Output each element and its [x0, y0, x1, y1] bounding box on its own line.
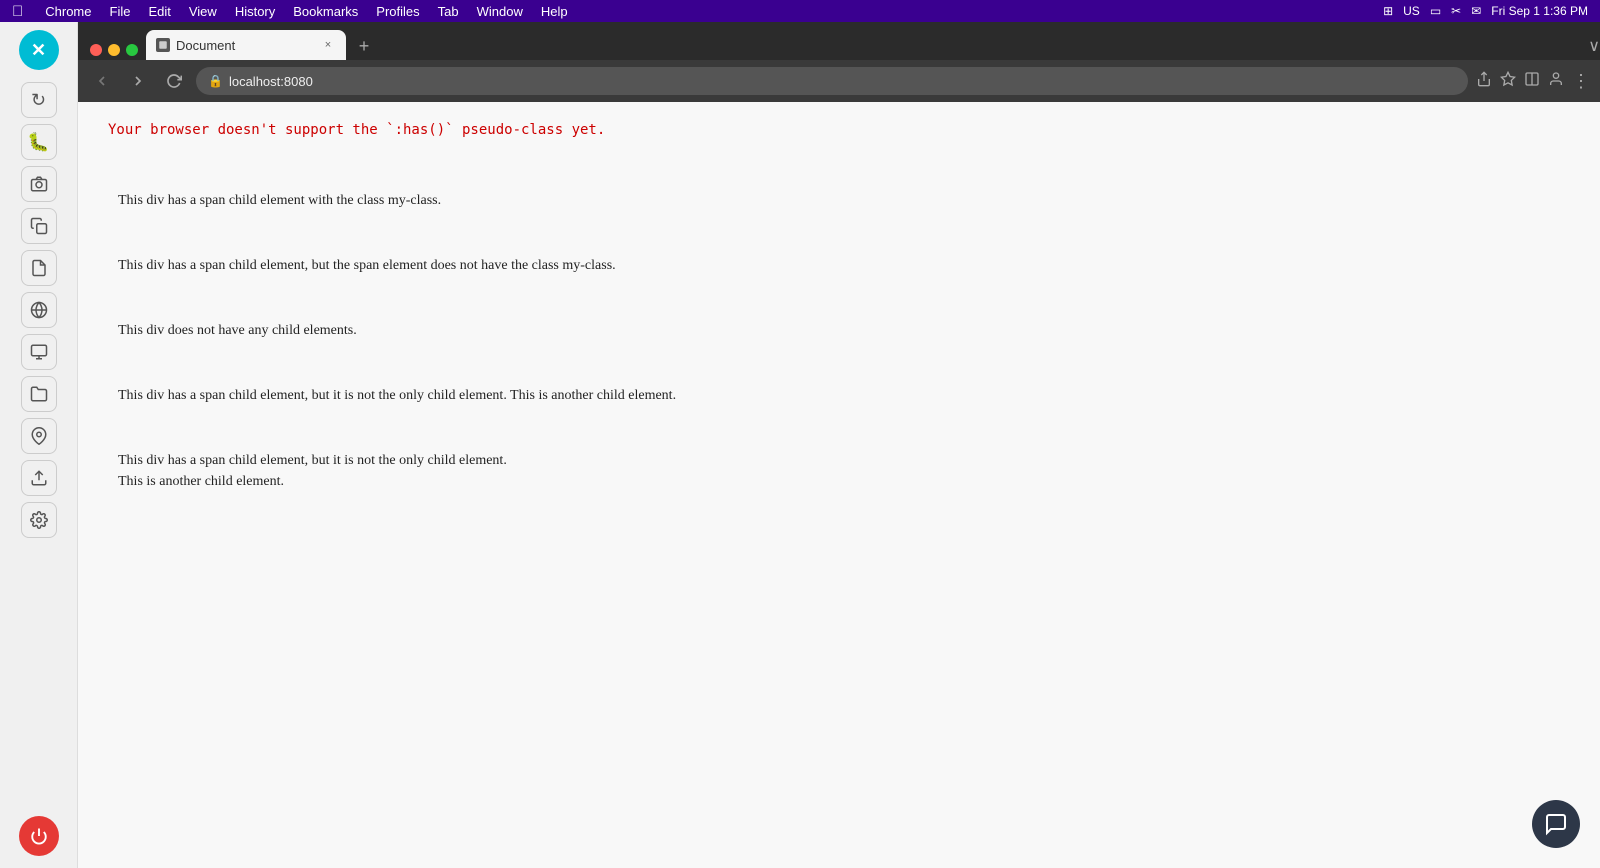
- chat-button[interactable]: [1532, 800, 1580, 848]
- content-block-2: This div has a span child element, but t…: [118, 233, 1570, 298]
- traffic-light-red[interactable]: [90, 44, 102, 56]
- sidebar-icon-location[interactable]: [21, 418, 57, 454]
- content-text-1: This div has a span child element with t…: [118, 190, 1570, 211]
- menu-profiles[interactable]: Profiles: [376, 4, 419, 19]
- content-text-2: This div has a span child element, but t…: [118, 255, 1570, 276]
- sidebar-icon-refresh[interactable]: ↻: [21, 82, 57, 118]
- menu-chrome[interactable]: Chrome: [45, 4, 91, 19]
- menu-bar:  Chrome File Edit View History Bookmark…: [0, 0, 1600, 22]
- sidebar-icon-monitor[interactable]: [21, 334, 57, 370]
- sidebar-icon-copy[interactable]: [21, 208, 57, 244]
- sidebar-icon-upload[interactable]: [21, 460, 57, 496]
- menu-view[interactable]: View: [189, 4, 217, 19]
- menu-tab[interactable]: Tab: [438, 4, 459, 19]
- content-block-5: This div has a span child element, but i…: [118, 428, 1570, 514]
- content-block-3: This div does not have any child element…: [118, 298, 1570, 363]
- menu-help[interactable]: Help: [541, 4, 568, 19]
- clock: Fri Sep 1 1:36 PM: [1491, 4, 1588, 18]
- share-icon[interactable]: [1476, 71, 1492, 92]
- bookmark-icon[interactable]: [1500, 71, 1516, 92]
- new-tab-button[interactable]: +: [350, 32, 378, 60]
- sidebar-icon-document[interactable]: [21, 250, 57, 286]
- system-icon-5: ✉: [1471, 4, 1481, 18]
- window-collapse-button[interactable]: ∨: [1588, 36, 1600, 60]
- browser-tab[interactable]: Document ×: [146, 30, 346, 60]
- tab-title: Document: [176, 38, 314, 53]
- menu-history[interactable]: History: [235, 4, 275, 19]
- content-blocks: This div has a span child element with t…: [108, 168, 1570, 514]
- system-icon-4: ✂: [1451, 4, 1461, 18]
- content-text-3: This div does not have any child element…: [118, 320, 1570, 341]
- navigation-bar: 🔒 localhost:8080: [78, 60, 1600, 102]
- menu-file[interactable]: File: [110, 4, 131, 19]
- menu-edit[interactable]: Edit: [148, 4, 170, 19]
- address-bar[interactable]: 🔒 localhost:8080: [196, 67, 1468, 95]
- content-block-1: This div has a span child element with t…: [118, 168, 1570, 233]
- sidebar-close-button[interactable]: ✕: [19, 30, 59, 70]
- address-lock-icon: 🔒: [208, 74, 223, 88]
- split-view-icon[interactable]: [1524, 71, 1540, 92]
- sidebar: ✕ ↻ 🐛: [0, 22, 78, 868]
- content-text-5b: This is another child element.: [118, 471, 1570, 492]
- menu-window[interactable]: Window: [477, 4, 523, 19]
- sidebar-icon-bug[interactable]: 🐛: [21, 124, 57, 160]
- system-icon-2: US: [1403, 4, 1420, 18]
- refresh-button[interactable]: [160, 67, 188, 95]
- back-button[interactable]: [88, 67, 116, 95]
- traffic-lights: [82, 44, 146, 60]
- sidebar-icon-folder[interactable]: [21, 376, 57, 412]
- more-icon[interactable]: ⋮: [1572, 71, 1590, 92]
- browser-window: Document × + ∨ 🔒 localhost:8080: [78, 22, 1600, 868]
- tab-close-button[interactable]: ×: [320, 37, 336, 53]
- traffic-light-yellow[interactable]: [108, 44, 120, 56]
- browser-warning: Your browser doesn't support the `:has()…: [108, 122, 1570, 138]
- menu-bar-right: ⊞ US ▭ ✂ ✉ Fri Sep 1 1:36 PM: [1383, 4, 1588, 18]
- tab-bar: Document × + ∨: [78, 22, 1600, 60]
- content-block-4: This div has a span child element, but i…: [118, 363, 1570, 428]
- nav-right-icons: ⋮: [1476, 71, 1590, 92]
- sidebar-icon-settings[interactable]: [21, 502, 57, 538]
- sidebar-power-button[interactable]: [19, 816, 59, 856]
- sidebar-icon-camera[interactable]: [21, 166, 57, 202]
- system-icon-1: ⊞: [1383, 4, 1393, 18]
- traffic-light-green[interactable]: [126, 44, 138, 56]
- apple-menu[interactable]: : [12, 3, 23, 20]
- profile-icon[interactable]: [1548, 71, 1564, 92]
- forward-button[interactable]: [124, 67, 152, 95]
- tab-favicon: [156, 38, 170, 52]
- content-text-4: This div has a span child element, but i…: [118, 385, 1570, 406]
- system-icon-3: ▭: [1430, 4, 1441, 18]
- browser-content: Your browser doesn't support the `:has()…: [78, 102, 1600, 868]
- sidebar-icon-globe[interactable]: [21, 292, 57, 328]
- content-text-5a: This div has a span child element, but i…: [118, 450, 1570, 471]
- address-text: localhost:8080: [229, 74, 1456, 89]
- menu-bookmarks[interactable]: Bookmarks: [293, 4, 358, 19]
